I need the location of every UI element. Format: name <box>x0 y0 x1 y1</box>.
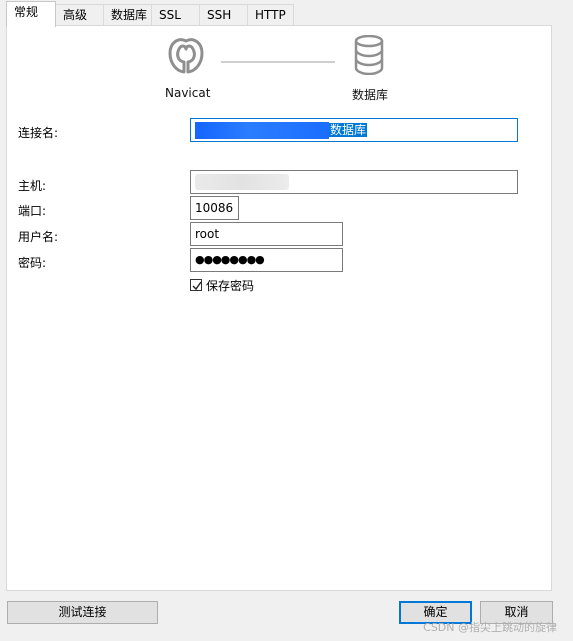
save-password-label: 保存密码 <box>206 279 255 293</box>
password-label: 密码: <box>18 256 47 270</box>
tab-label: HTTP <box>255 8 286 22</box>
tab-label: 常规 <box>14 5 39 19</box>
tab-label: SSH <box>207 8 232 22</box>
username-input[interactable]: root <box>190 222 343 246</box>
tab-databases[interactable]: 数据库 <box>103 4 152 26</box>
port-label: 端口: <box>18 204 47 218</box>
target-caption: 数据库 <box>352 88 389 102</box>
connection-name-input[interactable]: 数据库 <box>190 118 518 142</box>
connection-line <box>221 61 335 63</box>
tab-general[interactable]: 常规 <box>6 1 56 27</box>
username-label: 用户名: <box>18 230 59 244</box>
watermark: CSDN @指尖上跳动的旋律 <box>423 621 557 634</box>
port-input[interactable]: 10086 <box>190 196 239 220</box>
source-caption: Navicat <box>165 86 211 100</box>
connection-name-suffix: 数据库 <box>329 123 368 137</box>
tab-ssl[interactable]: SSL <box>151 4 200 26</box>
navicat-logo-icon <box>164 35 208 80</box>
password-input[interactable]: ●●●●●●●● <box>190 248 343 272</box>
tab-ssh[interactable]: SSH <box>199 4 248 26</box>
tab-http[interactable]: HTTP <box>247 4 294 26</box>
checkmark-icon <box>192 281 202 291</box>
host-label: 主机: <box>18 179 47 193</box>
host-input[interactable] <box>190 170 518 194</box>
general-settings-panel: Navicat 数据库 连接名: 数据库 主机: 端口: 10086 用户名: … <box>6 25 552 591</box>
redacted-text <box>195 174 289 190</box>
tab-advanced[interactable]: 高级 <box>55 4 104 26</box>
redacted-text <box>195 122 329 139</box>
connection-name-label: 连接名: <box>18 126 59 140</box>
tab-label: SSL <box>159 8 181 22</box>
test-connection-button[interactable]: 测试连接 <box>7 601 158 624</box>
tab-bar: 常规 高级 数据库 SSL SSH HTTP <box>0 0 573 27</box>
save-password-checkbox[interactable] <box>190 279 202 291</box>
tab-label: 高级 <box>63 8 88 22</box>
database-icon <box>354 34 384 78</box>
tab-label: 数据库 <box>111 8 148 22</box>
